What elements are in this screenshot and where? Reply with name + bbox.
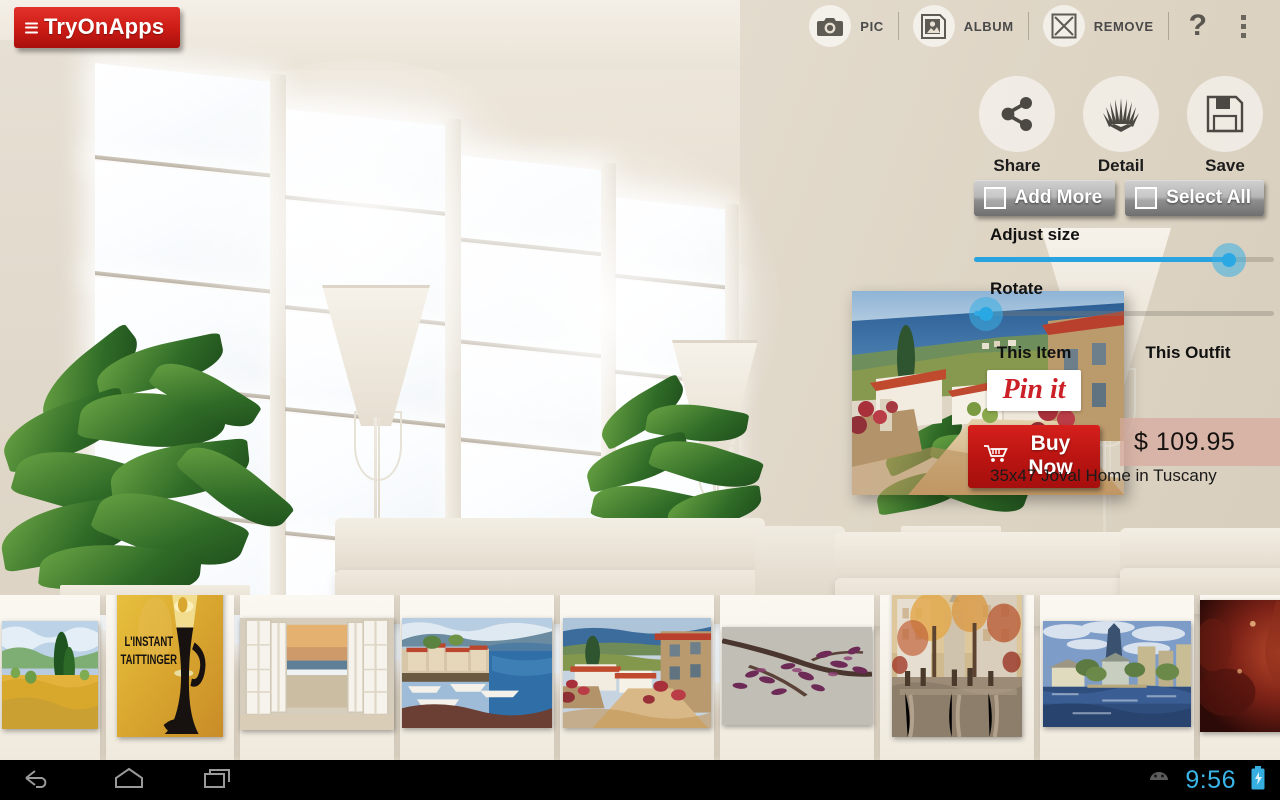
select-all-button[interactable]: Select All — [1125, 180, 1264, 216]
share-label: Share — [993, 156, 1041, 175]
select-all-checkbox[interactable] — [1135, 187, 1158, 209]
price-band: $ 109.95 — [1120, 418, 1280, 466]
album-label: ALBUM — [963, 18, 1014, 34]
rotate-slider-block: Rotate — [969, 279, 1274, 331]
floppy-disk-icon — [1187, 76, 1263, 152]
clock: 9:56 — [1185, 765, 1236, 794]
home-in-tuscany-village-thumb — [563, 617, 711, 728]
plant-left — [0, 322, 300, 615]
purple-blossom-branch-thumb — [722, 626, 872, 725]
pin-it-label: Pin it — [1002, 374, 1066, 405]
filmstrip-thumbnail[interactable] — [1200, 595, 1280, 760]
adjust-size-label: Adjust size — [990, 225, 1080, 244]
recent-apps-icon[interactable] — [202, 767, 236, 794]
shopping-cart-icon — [984, 444, 1008, 468]
harbor-boats-mediterranean-thumb — [402, 617, 552, 728]
app-screen: TryOnApps PIC ALBUM REMOVE ? Share Detai… — [0, 0, 1280, 800]
share-button[interactable]: Share — [976, 76, 1058, 176]
toolbar-actions: PIC ALBUM REMOVE ? — [795, 0, 1260, 52]
pin-it-button[interactable]: Pin it — [987, 370, 1081, 411]
save-label: Save — [1205, 156, 1245, 175]
adjust-size-slider-block: Adjust size — [974, 225, 1274, 277]
adjust-size-slider[interactable] — [974, 242, 1274, 277]
home-icon[interactable] — [112, 767, 146, 794]
top-toolbar: TryOnApps PIC ALBUM REMOVE ? — [0, 0, 1280, 52]
shell-fan-icon — [1083, 76, 1159, 152]
camera-icon — [809, 5, 852, 47]
select-all-label: Select All — [1166, 187, 1251, 208]
filmstrip-thumbnail[interactable] — [1040, 595, 1194, 760]
detail-button[interactable]: Detail — [1080, 76, 1162, 176]
nav-buttons — [22, 760, 236, 800]
open-window-beach-sunset-thumb — [240, 617, 394, 730]
album-picture-icon — [912, 5, 955, 47]
rotate-label: Rotate — [990, 279, 1043, 298]
system-status-tray: 9:56 — [1147, 760, 1266, 800]
battery-charging-icon — [1250, 765, 1266, 795]
add-more-button[interactable]: Add More — [973, 180, 1116, 216]
this-outfit-column[interactable]: This Outfit — [1122, 343, 1254, 363]
filmstrip-thumbnail[interactable] — [880, 595, 1034, 760]
app-logo-menu-button[interactable]: TryOnApps — [14, 7, 181, 48]
this-outfit-label: This Outfit — [1145, 343, 1231, 362]
l-instant-taittinger-poster-thumb: L'INSTANT TAITTINGER — [117, 595, 223, 737]
product-price: $ 109.95 — [1134, 427, 1236, 456]
detail-label: Detail — [1097, 156, 1145, 175]
android-robot-icon — [1147, 770, 1171, 791]
three-dot-menu-icon[interactable] — [1227, 14, 1260, 38]
product-name: 35x47 Joval Home in Tuscany — [990, 466, 1217, 485]
wheat-field-with-cypresses-thumb — [2, 620, 98, 729]
remove-button[interactable]: REMOVE — [1029, 0, 1168, 52]
filmstrip-thumbnail[interactable] — [560, 595, 714, 760]
artwork-filmstrip[interactable]: L'INSTANT TAITTINGER — [0, 595, 1280, 760]
filmstrip-thumbnail[interactable] — [0, 595, 100, 760]
app-title: TryOnApps — [44, 14, 165, 39]
save-button[interactable]: Save — [1184, 76, 1266, 176]
filmstrip-thumbnail[interactable] — [400, 595, 554, 760]
back-arrow-icon[interactable] — [22, 767, 56, 794]
share-nodes-icon — [979, 76, 1055, 152]
paris-autumn-street-thumb — [892, 595, 1022, 737]
x-cross-icon — [1042, 5, 1085, 47]
svg-text:TAITTINGER: TAITTINGER — [121, 652, 178, 667]
red-wine-glass-closeup-thumb — [1200, 599, 1280, 732]
pic-label: PIC — [860, 18, 884, 34]
android-navigation-bar: 9:56 — [0, 760, 1280, 800]
canal-church-impressionist-thumb — [1043, 620, 1191, 727]
adjust-size-slider-fill — [974, 257, 1229, 262]
rotate-slider-thumb[interactable] — [969, 296, 1003, 331]
help-button[interactable]: ? — [1169, 11, 1227, 41]
pic-button[interactable]: PIC — [795, 0, 897, 52]
add-more-checkbox[interactable] — [983, 187, 1006, 209]
add-more-label: Add More — [1014, 187, 1103, 208]
filmstrip-thumbnail[interactable] — [720, 595, 874, 760]
this-item-label: This Item — [996, 343, 1072, 362]
adjust-size-slider-thumb[interactable] — [1212, 242, 1246, 277]
hamburger-icon — [25, 22, 38, 33]
album-button[interactable]: ALBUM — [899, 0, 1028, 52]
filmstrip-thumbnail[interactable]: L'INSTANT TAITTINGER — [106, 595, 234, 760]
filmstrip-thumbnail[interactable] — [240, 595, 394, 760]
selection-button-row: Add More Select All — [973, 180, 1264, 216]
remove-label: REMOVE — [1093, 18, 1154, 34]
action-button-group: Share Detail Save — [976, 76, 1266, 176]
rotate-slider[interactable] — [969, 296, 1274, 331]
svg-text:L'INSTANT: L'INSTANT — [124, 634, 173, 649]
